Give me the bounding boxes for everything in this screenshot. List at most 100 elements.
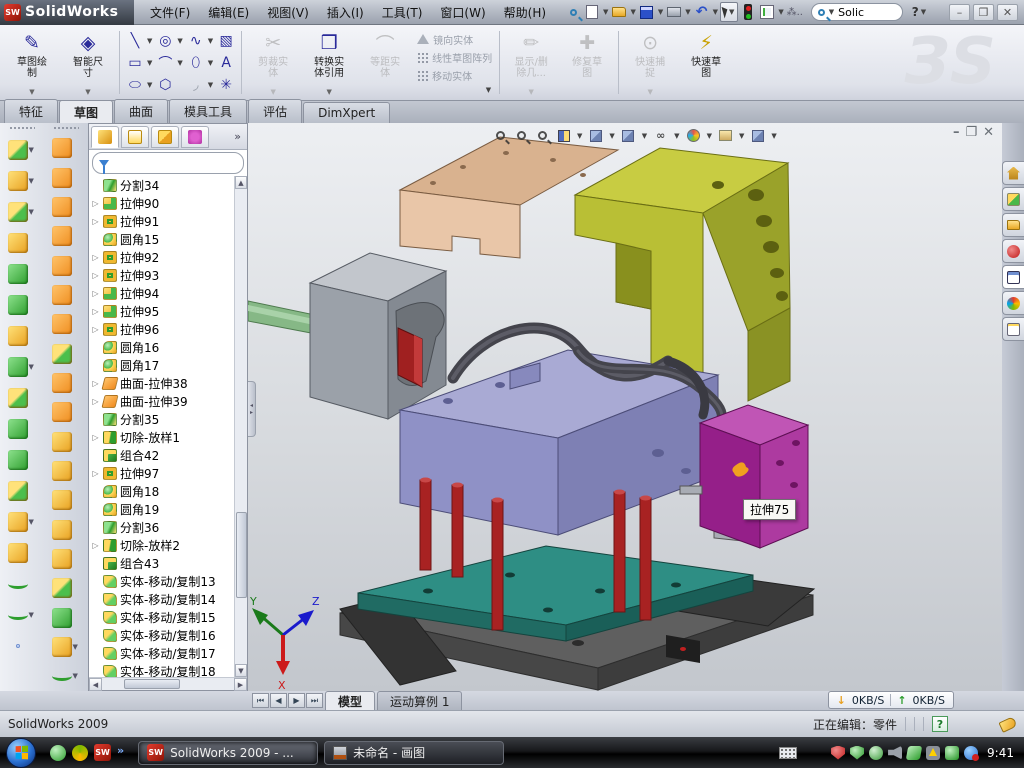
- edit-appearance-icon[interactable]: [685, 127, 702, 144]
- scroll-up-icon[interactable]: ▲: [235, 176, 247, 189]
- swept-surface-icon[interactable]: [52, 138, 72, 158]
- tree-item[interactable]: ▷拉伸92: [91, 248, 234, 266]
- knit-surface-icon[interactable]: [52, 344, 72, 364]
- hide-show-items-dropdown[interactable]: ▼: [673, 132, 680, 140]
- messenger-icon[interactable]: [50, 745, 66, 761]
- tree-item[interactable]: 组合43: [91, 554, 234, 572]
- undo-icon[interactable]: ↶: [693, 3, 711, 21]
- badge-icon[interactable]: [869, 746, 883, 760]
- help-dropdown[interactable]: ▼: [920, 8, 927, 16]
- network-speed-widget[interactable]: ↓ 0KB/S ↑ 0KB/S: [828, 691, 954, 709]
- untrim-surface-icon[interactable]: [52, 490, 72, 510]
- extruded-boss-icon[interactable]: [8, 140, 28, 160]
- security-shield-icon[interactable]: [850, 746, 864, 760]
- pattern-dropdown[interactable]: ▼: [29, 363, 37, 371]
- spline-dropdown[interactable]: ▼: [207, 37, 214, 45]
- doc-restore-button[interactable]: ❐: [965, 125, 977, 140]
- tree-item[interactable]: ▷拉伸93: [91, 266, 234, 284]
- tree-item[interactable]: 实体-移动/复制18: [91, 662, 234, 677]
- section-view-dropdown[interactable]: ▼: [576, 132, 583, 140]
- graphics-viewport[interactable]: Y Z X ▼▼▼∞▼▼▼▼ – ❐ ✕ 拉伸75 ◂▸: [248, 123, 1002, 691]
- tree-horizontal-scrollbar[interactable]: ◀ ▶: [89, 677, 247, 690]
- expand-icon[interactable]: ▷: [91, 271, 100, 280]
- scroll-thumb[interactable]: [236, 512, 247, 598]
- search-dropdown[interactable]: ▼: [828, 8, 835, 16]
- help-button[interactable]: ?: [912, 5, 919, 19]
- tab-propertymanager[interactable]: [121, 126, 149, 148]
- hide-show-items-icon[interactable]: ∞: [652, 127, 669, 144]
- display-style-icon[interactable]: [620, 127, 637, 144]
- sync-icon[interactable]: [906, 746, 922, 760]
- taskpane-tab-design-library[interactable]: [1002, 187, 1024, 211]
- surface-pair-icon[interactable]: [52, 256, 72, 276]
- trim-surface-icon[interactable]: [52, 520, 72, 540]
- planar-surface-icon[interactable]: [52, 314, 72, 334]
- search-input[interactable]: [838, 6, 886, 19]
- select-tool[interactable]: ▼: [720, 2, 738, 22]
- network-warning-icon[interactable]: [926, 746, 940, 760]
- taskbar-clock[interactable]: 9:41: [983, 746, 1014, 760]
- rectangle-dropdown[interactable]: ▼: [146, 59, 153, 67]
- save-icon[interactable]: [638, 3, 656, 21]
- print-dropdown[interactable]: ▼: [684, 8, 691, 16]
- boundary-surface-icon[interactable]: [52, 226, 72, 246]
- tree-item[interactable]: 圆角17: [91, 356, 234, 374]
- revolved-surface-icon[interactable]: [52, 168, 72, 188]
- display-style-dropdown[interactable]: ▼: [641, 132, 648, 140]
- tree-item[interactable]: 圆角15: [91, 230, 234, 248]
- tree-item[interactable]: 实体-移动/复制17: [91, 644, 234, 662]
- menu-item[interactable]: 帮助(H): [496, 1, 554, 24]
- tree-item[interactable]: 圆角18: [91, 482, 234, 500]
- expand-icon[interactable]: ▷: [91, 199, 100, 208]
- tree-item[interactable]: ▷切除-放样2: [91, 536, 234, 554]
- menu-item[interactable]: 视图(V): [259, 1, 317, 24]
- tree-item[interactable]: ▷拉伸91: [91, 212, 234, 230]
- tree-item[interactable]: 实体-移动/复制15: [91, 608, 234, 626]
- tree-item[interactable]: ▷拉伸96: [91, 320, 234, 338]
- expand-icon[interactable]: ▷: [91, 541, 100, 550]
- pattern-icon[interactable]: [8, 357, 28, 377]
- tree-item[interactable]: 圆角19: [91, 500, 234, 518]
- toolbar-drag-handle[interactable]: [9, 126, 35, 130]
- taskpane-tab-file-explorer[interactable]: [1002, 213, 1024, 237]
- tree-item[interactable]: 实体-移动/复制16: [91, 626, 234, 644]
- tab-scroll-button[interactable]: ◀: [270, 693, 287, 708]
- fillet-icon[interactable]: [8, 202, 28, 222]
- polygon-icon[interactable]: ⬡: [155, 75, 175, 95]
- doc-minimize-button[interactable]: –: [953, 125, 960, 140]
- convert-entities-dropdown[interactable]: ▼: [326, 88, 331, 98]
- start-button[interactable]: [6, 738, 36, 768]
- curve-icon[interactable]: [8, 610, 28, 620]
- view-orientation-icon[interactable]: [587, 127, 604, 144]
- slot-dropdown[interactable]: ▼: [146, 81, 153, 89]
- options-icon[interactable]: [758, 3, 776, 21]
- arc-dropdown[interactable]: ▼: [176, 59, 183, 67]
- command-tab-评估[interactable]: 评估: [248, 99, 302, 123]
- reference-geometry2-dropdown[interactable]: ▼: [73, 643, 81, 651]
- doc-tab-模型[interactable]: 模型: [325, 691, 375, 711]
- circle-dropdown[interactable]: ▼: [176, 37, 183, 45]
- tree-item[interactable]: 分割35: [91, 410, 234, 428]
- tags-icon[interactable]: [998, 716, 1017, 733]
- curve2-icon[interactable]: [52, 671, 72, 681]
- tree-vertical-scrollbar[interactable]: ▲ ▼: [234, 176, 247, 677]
- tree-item[interactable]: ▷拉伸97: [91, 464, 234, 482]
- split-icon[interactable]: [8, 419, 28, 439]
- panel-splitter[interactable]: ◂▸: [248, 381, 256, 437]
- toolbar-drag-handle[interactable]: [53, 126, 79, 130]
- tab-scroll-button[interactable]: ⏮: [252, 693, 269, 708]
- axis-icon[interactable]: [8, 579, 28, 589]
- menu-item[interactable]: 文件(F): [142, 1, 198, 24]
- zoom-previous-icon[interactable]: [534, 127, 551, 144]
- shield-plus-icon[interactable]: [945, 746, 959, 760]
- tree-item[interactable]: 组合42: [91, 446, 234, 464]
- expand-icon[interactable]: ▷: [91, 253, 100, 262]
- pin-icon[interactable]: [564, 3, 582, 21]
- combine-icon[interactable]: [8, 450, 28, 470]
- lofted-surface-icon[interactable]: [52, 197, 72, 217]
- delete-face-icon[interactable]: [52, 432, 72, 452]
- view-orientation-dropdown[interactable]: ▼: [608, 132, 615, 140]
- properties-icon[interactable]: ⁂..: [786, 3, 804, 21]
- security-suite-icon[interactable]: [72, 745, 88, 761]
- tree-item[interactable]: ▷拉伸90: [91, 194, 234, 212]
